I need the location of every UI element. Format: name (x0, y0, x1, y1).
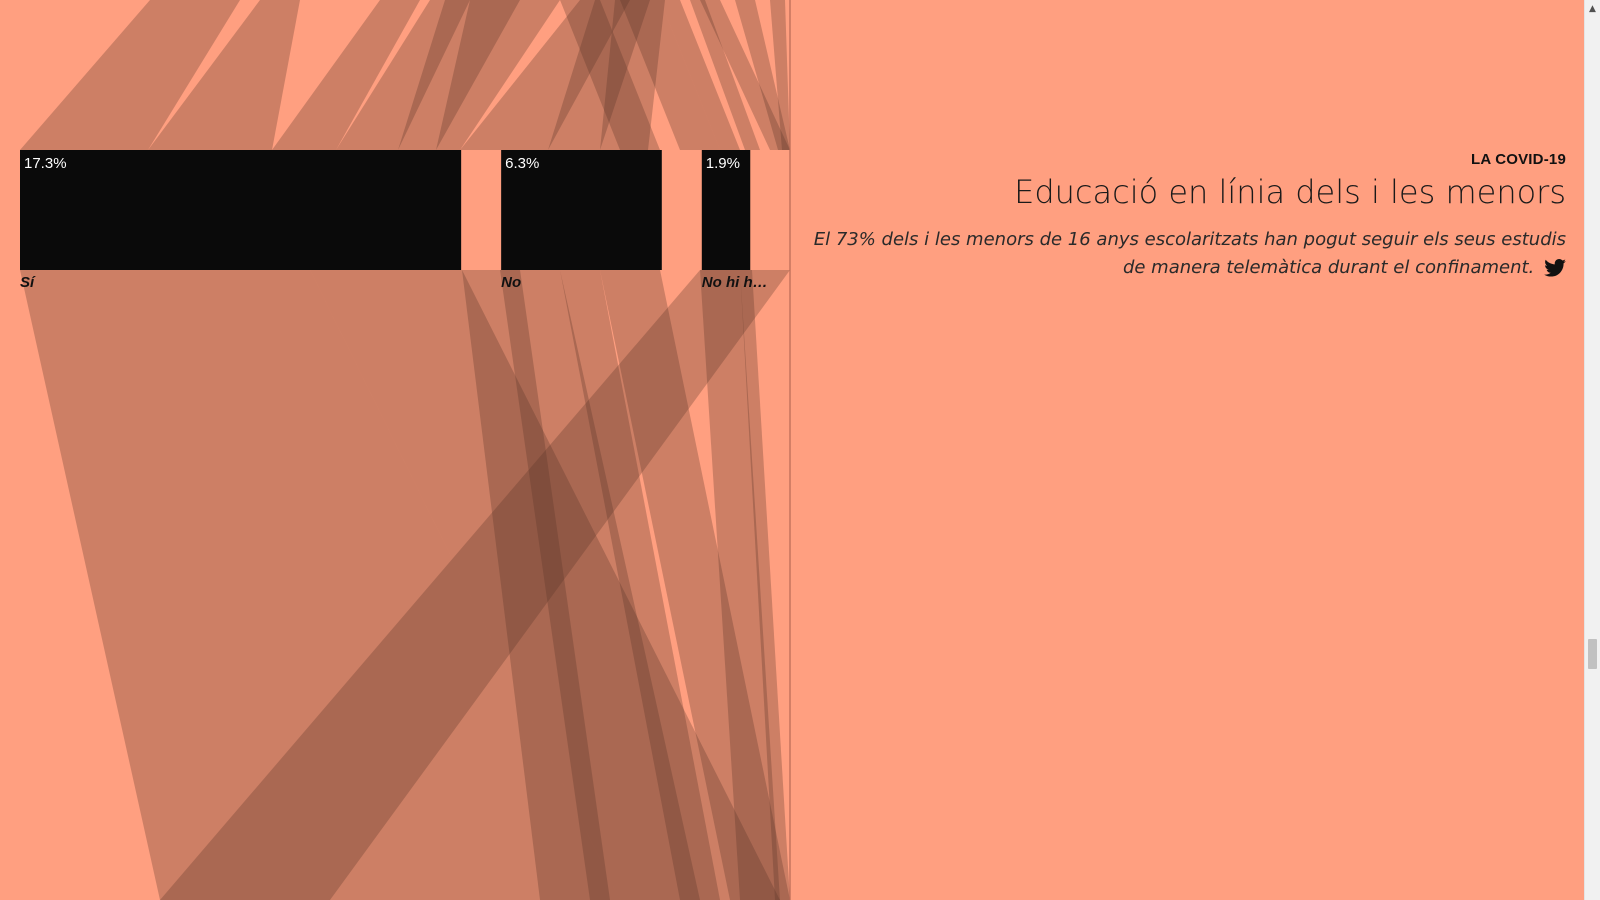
bar-value-label: 6.3% (505, 155, 539, 172)
chevron-up-icon[interactable]: ▲ (1585, 0, 1600, 17)
bar-value-label: 17.3% (24, 155, 67, 172)
bar-category-label: Sí (20, 274, 36, 291)
info-panel: LA COVID-19 Educació en línia dels i les… (800, 150, 1566, 286)
chart-area: 17.3% Sí 6.3% No 1.9% No hi h… (20, 0, 791, 900)
description-text: El 73% dels i les menors de 16 anys esco… (813, 229, 1566, 278)
bar[interactable] (20, 150, 462, 270)
section-kicker: LA COVID-19 (1471, 151, 1566, 168)
bars-group: 17.3% Sí 6.3% No 1.9% No hi h… (20, 150, 768, 291)
bar-category-label: No hi h… (702, 274, 768, 291)
chart-title: Educació en línia dels i les menors (1014, 173, 1566, 211)
bar-category-label: No (501, 274, 521, 291)
chart-description: El 73% dels i les menors de 16 anys esco… (800, 226, 1566, 286)
bar-value-label: 1.9% (706, 155, 740, 172)
flow-bands (20, 0, 790, 900)
page-scrollbar[interactable]: ▲ (1584, 0, 1600, 900)
twitter-icon[interactable] (1544, 258, 1566, 286)
scrollbar-thumb[interactable] (1588, 639, 1597, 669)
